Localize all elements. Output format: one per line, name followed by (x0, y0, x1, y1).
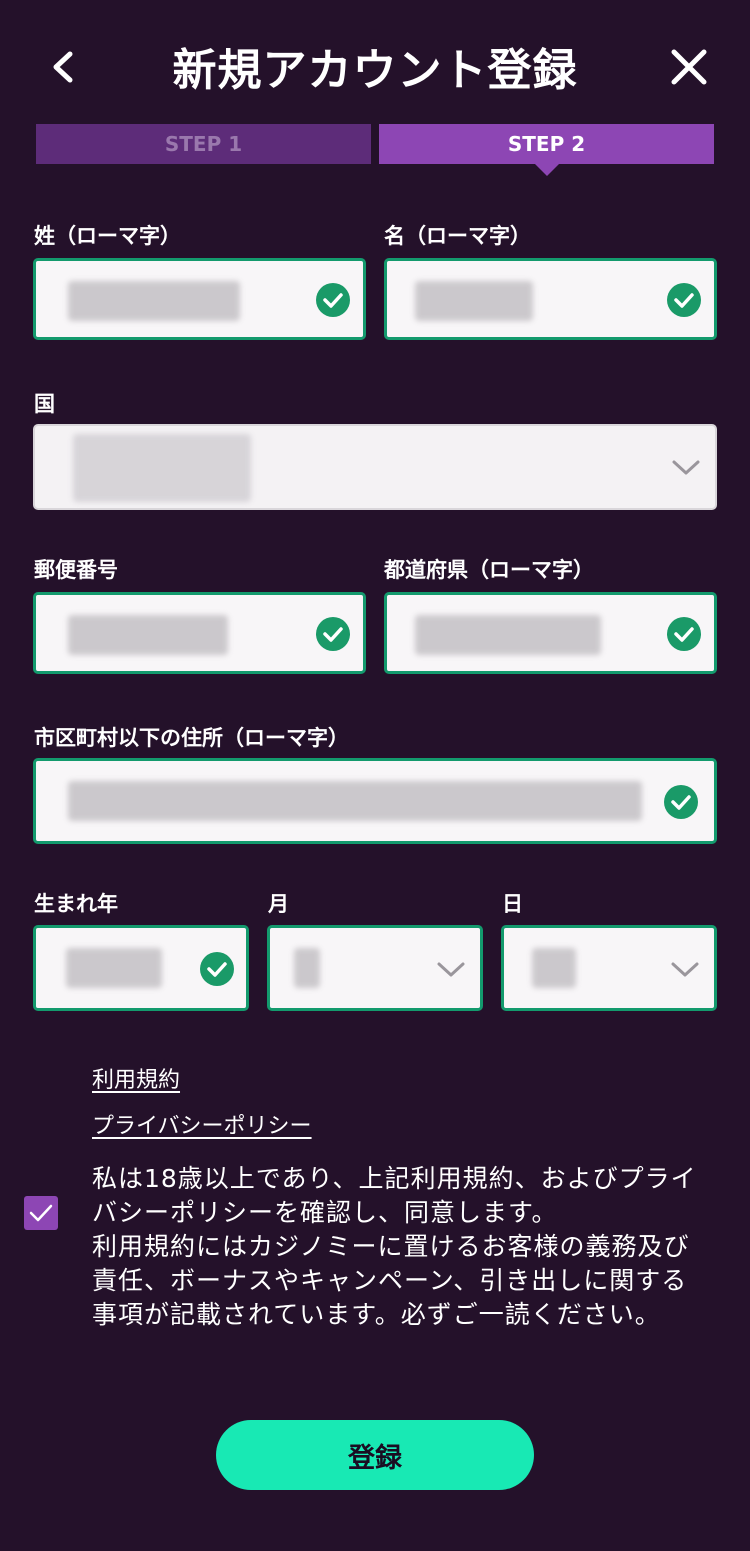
postal-code-input[interactable] (33, 592, 366, 674)
redacted-value (68, 615, 228, 655)
birth-day-label: 日 (502, 892, 523, 916)
birth-month-label: 月 (268, 892, 289, 916)
valid-check-icon (667, 283, 701, 317)
step-2-label: STEP 2 (507, 132, 586, 156)
address-input[interactable] (33, 758, 717, 844)
redacted-value (532, 948, 576, 988)
first-name-label: 名（ローマ字） (384, 224, 531, 248)
privacy-policy-link[interactable]: プライバシーポリシー (92, 1108, 312, 1140)
valid-check-icon (664, 785, 698, 819)
country-select[interactable] (33, 424, 717, 510)
active-step-pointer (535, 164, 559, 176)
birth-year-input[interactable] (33, 925, 249, 1011)
step-indicator: STEP 1 STEP 2 (36, 124, 714, 176)
redacted-value (415, 281, 533, 321)
prefecture-input[interactable] (384, 592, 717, 674)
redacted-value (294, 948, 320, 988)
consent-text-terms: 利用規約にはカジノミーに置けるお客様の義務及び責任、ボーナスやキャンペーン、引き… (92, 1232, 690, 1329)
step-1-tab: STEP 1 (36, 124, 371, 164)
chevron-down-icon (437, 962, 465, 977)
last-name-input[interactable] (33, 258, 366, 340)
birth-day-select[interactable] (501, 925, 717, 1011)
first-name-input[interactable] (384, 258, 717, 340)
valid-check-icon (316, 283, 350, 317)
valid-check-icon (200, 952, 234, 986)
redacted-value (415, 615, 601, 655)
header: 新規アカウント登録 (0, 0, 750, 120)
prefecture-label: 都道府県（ローマ字） (384, 558, 594, 582)
redacted-value (73, 434, 251, 502)
consent-text: 私は18歳以上であり、上記利用規約、およびプライバシーポリシーを確認し、同意しま… (92, 1162, 712, 1332)
consent-checkbox[interactable] (24, 1196, 58, 1230)
birth-month-select[interactable] (267, 925, 483, 1011)
legal-links: 利用規約 プライバシーポリシー (92, 1062, 312, 1154)
redacted-value (68, 281, 240, 321)
chevron-down-icon (672, 460, 700, 475)
postal-code-label: 郵便番号 (34, 558, 118, 582)
terms-link[interactable]: 利用規約 (92, 1062, 312, 1094)
country-label: 国 (34, 392, 55, 416)
valid-check-icon (667, 617, 701, 651)
close-icon[interactable] (664, 42, 714, 92)
birth-year-label: 生まれ年 (34, 892, 118, 916)
valid-check-icon (316, 617, 350, 651)
step-2-tab: STEP 2 (379, 124, 714, 176)
chevron-down-icon (671, 962, 699, 977)
redacted-value (66, 948, 162, 988)
page-title: 新規アカウント登録 (172, 45, 578, 96)
register-button[interactable]: 登録 (216, 1420, 534, 1490)
checkmark-icon (29, 1204, 53, 1222)
last-name-label: 姓（ローマ字） (34, 224, 181, 248)
redacted-value (68, 781, 642, 821)
address-label: 市区町村以下の住所（ローマ字） (34, 726, 349, 750)
consent-text-age: 私は18歳以上であり、上記利用規約、およびプライバシーポリシーを確認し、同意しま… (92, 1164, 697, 1227)
